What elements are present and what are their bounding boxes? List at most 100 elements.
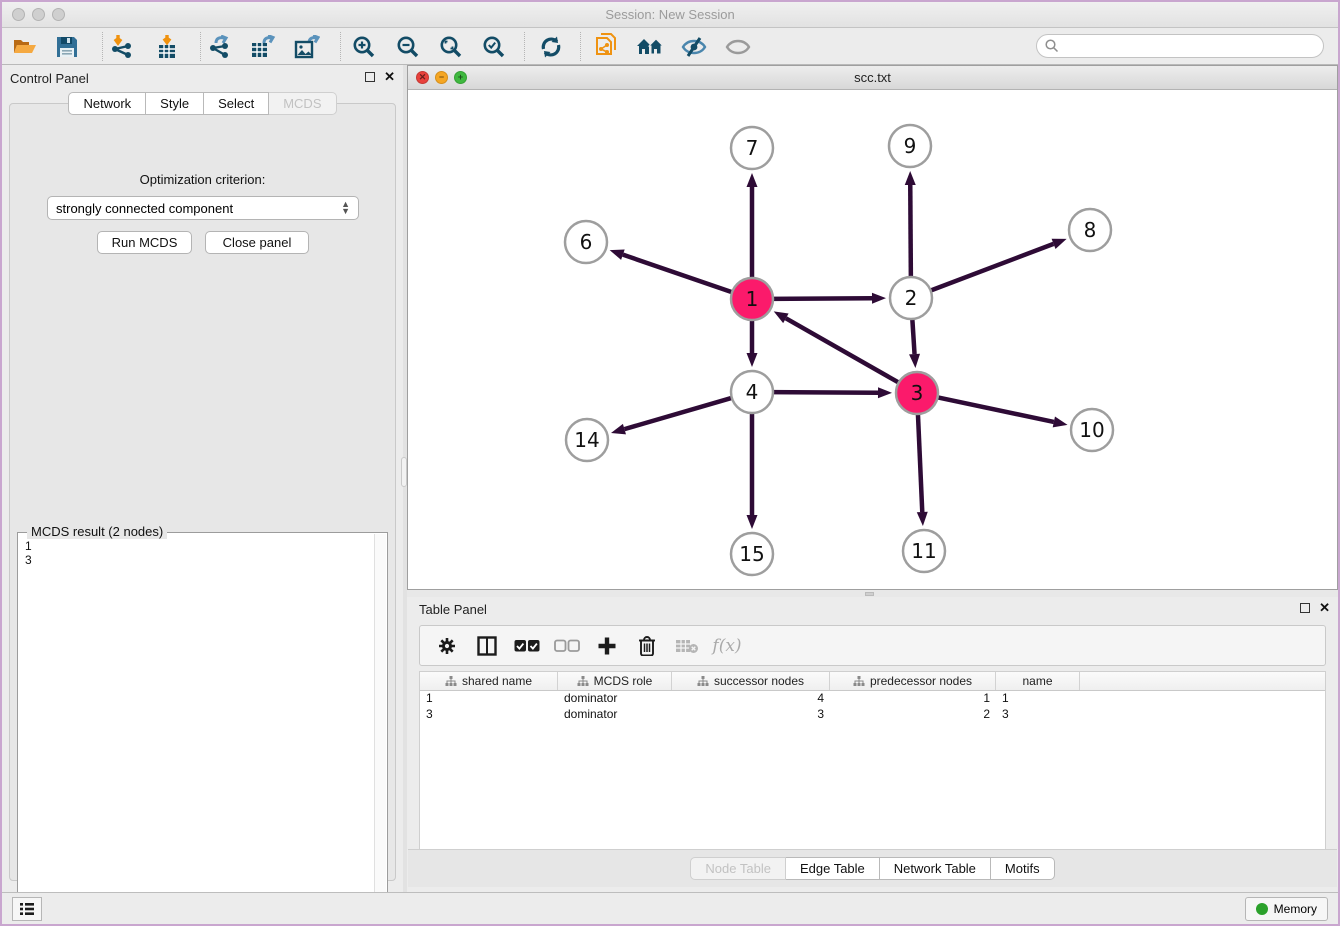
search-icon <box>1045 39 1059 53</box>
edge-2-9[interactable] <box>910 185 911 279</box>
table-row[interactable]: 3dominator323 <box>420 707 1325 723</box>
cell-MCDS-role[interactable]: dominator <box>558 691 672 707</box>
dropdown-stepper-icon: ▲▼ <box>341 201 350 215</box>
main-toolbar <box>2 28 1338 65</box>
clone-network-icon[interactable] <box>592 33 622 61</box>
delete-icon[interactable] <box>634 633 660 659</box>
edge-4-14[interactable] <box>624 397 733 429</box>
cell-shared-name[interactable]: 1 <box>420 691 558 707</box>
zoom-out-icon[interactable] <box>393 33 423 61</box>
float-panel-icon[interactable] <box>365 72 375 82</box>
cell-shared-name[interactable]: 3 <box>420 707 558 723</box>
node-table: shared nameMCDS rolesuccessor nodesprede… <box>419 671 1326 849</box>
task-history-button[interactable] <box>12 897 42 921</box>
optimization-criterion-label: Optimization criterion: <box>10 172 395 187</box>
node-label-9: 9 <box>904 134 917 158</box>
tab-node-table[interactable]: Node Table <box>690 857 786 880</box>
cell-successor-nodes[interactable]: 3 <box>672 707 830 723</box>
titlebar: Session: New Session <box>2 2 1338 28</box>
deselect-all-icon[interactable] <box>554 633 580 659</box>
edge-2-8[interactable] <box>929 244 1054 291</box>
zoom-fit-icon[interactable] <box>436 33 466 61</box>
edge-arrowhead <box>610 249 625 259</box>
column-header-successor-nodes[interactable]: successor nodes <box>672 672 830 690</box>
edge-3-11[interactable] <box>918 412 922 512</box>
control-panel-title: Control Panel <box>10 71 89 86</box>
criterion-dropdown[interactable]: strongly connected component ▲▼ <box>47 196 359 220</box>
column-view-icon[interactable] <box>474 633 500 659</box>
edge-2-3[interactable] <box>912 317 914 354</box>
edge-3-10[interactable] <box>936 397 1054 422</box>
layout-refresh-icon[interactable] <box>536 33 566 61</box>
save-session-icon[interactable] <box>52 33 82 61</box>
tab-edge-table[interactable]: Edge Table <box>786 857 880 880</box>
control-panel-tabs: NetworkStyleSelectMCDS <box>2 92 403 115</box>
column-header-name[interactable]: name <box>996 672 1080 690</box>
hierarchy-icon <box>853 676 865 687</box>
show-graphics-icon[interactable] <box>723 33 753 61</box>
close-panel-icon[interactable]: ✕ <box>384 72 395 82</box>
close-table-panel-icon[interactable]: ✕ <box>1319 603 1330 613</box>
edge-1-2[interactable] <box>771 298 872 299</box>
network-view-window: ✕ − + scc.txt 7968124314101511 <box>407 65 1338 590</box>
horizontal-splitter-grip[interactable] <box>865 592 874 596</box>
search-field[interactable] <box>1064 39 1323 53</box>
float-table-panel-icon[interactable] <box>1300 603 1310 613</box>
edge-arrowhead <box>872 293 886 304</box>
horizontal-splitter[interactable] <box>407 590 1338 597</box>
tab-select[interactable]: Select <box>204 92 269 115</box>
node-label-8: 8 <box>1084 218 1097 242</box>
cell-predecessor-nodes[interactable]: 2 <box>830 707 996 723</box>
tab-network-table[interactable]: Network Table <box>880 857 991 880</box>
node-label-2: 2 <box>905 286 918 310</box>
column-header-shared-name[interactable]: shared name <box>420 672 558 690</box>
criterion-dropdown-value: strongly connected component <box>56 201 341 216</box>
edge-4-3[interactable] <box>771 392 878 393</box>
first-neighbors-icon[interactable] <box>635 33 665 61</box>
tab-motifs[interactable]: Motifs <box>991 857 1055 880</box>
import-network-icon[interactable] <box>108 33 138 61</box>
network-graph[interactable]: 7968124314101511 <box>408 91 1337 589</box>
add-icon[interactable] <box>594 633 620 659</box>
function-builder-icon[interactable]: f(x) <box>714 633 740 659</box>
cell-name[interactable]: 1 <box>996 691 1080 707</box>
window-title: Session: New Session <box>2 7 1338 22</box>
node-label-4: 4 <box>746 380 759 404</box>
zoom-selected-icon[interactable] <box>479 33 509 61</box>
run-mcds-button[interactable]: Run MCDS <box>97 231 192 254</box>
gear-icon[interactable] <box>434 633 460 659</box>
edge-arrowhead <box>747 515 758 529</box>
export-network-icon[interactable] <box>206 33 236 61</box>
delete-table-icon[interactable] <box>674 633 700 659</box>
import-table-icon[interactable] <box>152 33 182 61</box>
cell-successor-nodes[interactable]: 4 <box>672 691 830 707</box>
open-session-icon[interactable] <box>10 33 40 61</box>
export-table-icon[interactable] <box>248 33 278 61</box>
node-label-10: 10 <box>1079 418 1104 442</box>
table-panel: Table Panel ✕ <box>407 597 1338 892</box>
cell-MCDS-role[interactable]: dominator <box>558 707 672 723</box>
cell-name[interactable]: 3 <box>996 707 1080 723</box>
cell-predecessor-nodes[interactable]: 1 <box>830 691 996 707</box>
tab-mcds[interactable]: MCDS <box>269 92 336 115</box>
search-input[interactable] <box>1036 34 1324 58</box>
edge-arrowhead <box>917 512 928 526</box>
result-scrollbar[interactable] <box>374 534 386 906</box>
export-image-icon[interactable] <box>292 33 322 61</box>
memory-button[interactable]: Memory <box>1245 897 1328 921</box>
mcds-result-text[interactable]: 1 3 <box>19 536 375 904</box>
column-header-MCDS-role[interactable]: MCDS role <box>558 672 672 690</box>
edge-arrowhead <box>1052 239 1067 249</box>
column-header-predecessor-nodes[interactable]: predecessor nodes <box>830 672 996 690</box>
edge-1-6[interactable] <box>623 255 734 293</box>
select-all-icon[interactable] <box>514 633 540 659</box>
edge-3-1[interactable] <box>786 318 901 383</box>
table-row[interactable]: 1dominator411 <box>420 691 1325 707</box>
hide-graphics-icon[interactable] <box>679 33 709 61</box>
zoom-in-icon[interactable] <box>349 33 379 61</box>
hierarchy-icon <box>445 676 457 687</box>
tab-network[interactable]: Network <box>68 92 146 115</box>
close-panel-button[interactable]: Close panel <box>205 231 309 254</box>
table-header-row: shared nameMCDS rolesuccessor nodesprede… <box>420 672 1325 691</box>
tab-style[interactable]: Style <box>146 92 204 115</box>
